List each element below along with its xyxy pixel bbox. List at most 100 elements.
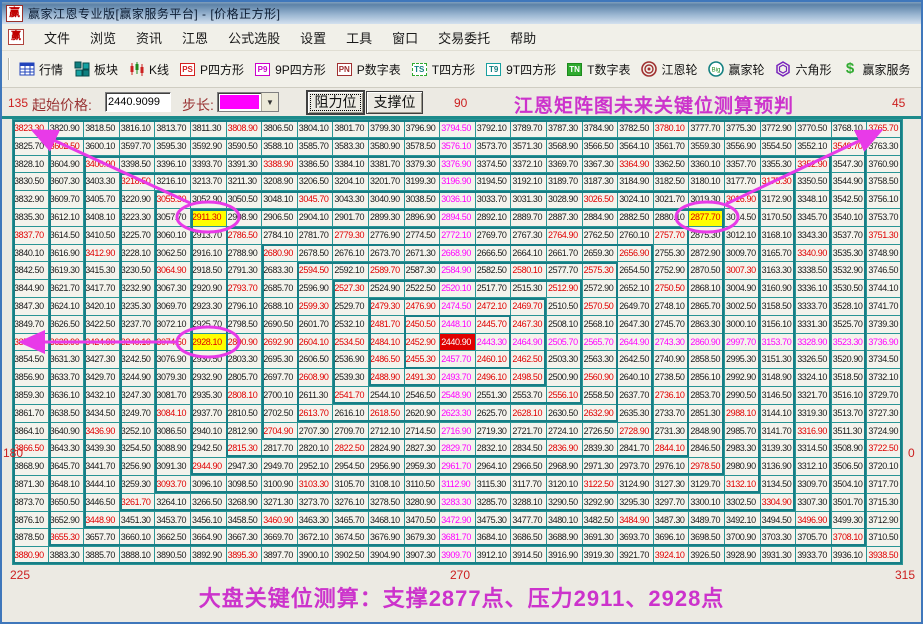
grid-cell[interactable]: 2752.90 (653, 262, 689, 280)
grid-cell[interactable]: 3576.10 (440, 137, 475, 155)
grid-cell[interactable]: 3880.90 (13, 547, 48, 564)
grid-cell[interactable]: 3434.50 (84, 404, 119, 422)
grid-cell[interactable]: 2534.50 (333, 333, 368, 351)
grid-cell[interactable]: 2604.10 (297, 333, 333, 351)
grid-cell[interactable]: 3504.10 (831, 475, 867, 493)
grid-cell[interactable]: 3009.70 (724, 244, 760, 262)
grid-cell[interactable]: 2896.90 (404, 208, 440, 226)
grid-cell[interactable]: 3871.30 (13, 475, 48, 493)
grid-cell[interactable]: 2666.50 (475, 244, 511, 262)
grid-cell[interactable]: 3016.90 (724, 191, 760, 208)
grid-cell[interactable]: 3350.50 (796, 173, 831, 191)
grid-cell[interactable]: 2995.30 (724, 351, 760, 369)
grid-cell[interactable]: 3487.30 (653, 511, 689, 529)
support-button[interactable]: 支撑位 (366, 91, 423, 114)
grid-cell[interactable]: 3686.50 (511, 529, 546, 547)
grid-cell[interactable]: 2685.70 (262, 280, 297, 297)
grid-cell[interactable]: 2755.30 (653, 244, 689, 262)
grid-cell[interactable]: 2589.70 (368, 262, 404, 280)
grid-cell[interactable]: 3134.50 (760, 475, 796, 493)
grid-cell[interactable]: 2973.70 (618, 458, 653, 475)
grid-cell[interactable]: 2954.50 (333, 458, 368, 475)
grid-cell[interactable]: 2947.30 (226, 458, 262, 475)
grid-cell[interactable]: 2450.50 (404, 315, 440, 333)
grid-cell[interactable]: 3122.50 (582, 475, 618, 493)
grid-cell[interactable]: 3756.10 (867, 191, 902, 208)
grid-cell[interactable]: 2460.10 (475, 351, 511, 369)
grid-cell[interactable]: 3204.10 (333, 173, 368, 191)
toolbar-button-4[interactable]: P9 9P四方形 (250, 59, 332, 80)
grid-cell[interactable]: 3878.50 (13, 529, 48, 547)
grid-cell[interactable]: 3703.30 (760, 529, 796, 547)
grid-cell[interactable]: 3372.10 (511, 155, 546, 173)
grid-cell[interactable]: 3408.10 (84, 208, 119, 226)
grid-cell[interactable]: 3000.10 (724, 315, 760, 333)
grid-cell[interactable]: 2517.70 (475, 280, 511, 297)
grid-cell[interactable]: 3729.70 (867, 386, 902, 404)
grid-cell[interactable]: 3091.30 (155, 458, 190, 475)
grid-cell[interactable]: 3312.10 (796, 458, 831, 475)
grid-cell[interactable]: 3362.50 (653, 155, 689, 173)
grid-cell[interactable]: 3842.50 (13, 262, 48, 280)
grid-cell[interactable]: 3564.10 (618, 137, 653, 155)
grid-cell[interactable]: 2536.90 (333, 351, 368, 369)
grid-cell[interactable]: 2743.30 (653, 333, 689, 351)
grid-cell[interactable]: 2707.30 (297, 422, 333, 440)
grid-cell[interactable]: 3924.10 (653, 547, 689, 564)
grid-cell[interactable]: 3223.30 (119, 208, 155, 226)
grid-cell[interactable]: 3770.50 (796, 120, 831, 137)
grid-cell[interactable]: 3926.50 (689, 547, 724, 564)
grid-cell[interactable]: 3852.10 (13, 333, 48, 351)
grid-cell[interactable]: 2949.70 (262, 458, 297, 475)
grid-cell[interactable]: 2644.90 (618, 333, 653, 351)
grid-cell[interactable]: 2884.90 (582, 208, 618, 226)
grid-cell[interactable]: 3420.10 (84, 297, 119, 315)
grid-cell[interactable]: 3849.70 (13, 315, 48, 333)
grid-cell[interactable]: 3537.70 (831, 226, 867, 244)
grid-cell[interactable]: 3240.10 (119, 333, 155, 351)
grid-cell[interactable]: 2541.70 (333, 386, 368, 404)
grid-cell[interactable]: 3160.90 (760, 280, 796, 297)
grid-cell[interactable]: 3784.90 (582, 120, 618, 137)
grid-cell[interactable]: 3768.10 (831, 120, 867, 137)
grid-cell[interactable]: 2546.50 (404, 386, 440, 404)
grid-cell[interactable]: 3398.50 (119, 155, 155, 173)
grid-cell[interactable]: 3744.10 (867, 280, 902, 297)
grid-cell[interactable]: 3837.70 (13, 226, 48, 244)
grid-cell[interactable]: 2563.30 (582, 351, 618, 369)
grid-cell[interactable]: 2479.30 (368, 297, 404, 315)
grid-cell[interactable]: 2745.70 (653, 315, 689, 333)
grid-cell[interactable]: 3184.90 (618, 173, 653, 191)
grid-cell[interactable]: 2484.10 (368, 333, 404, 351)
menu-item-3[interactable]: 江恩 (172, 25, 218, 50)
grid-cell[interactable]: 3189.70 (546, 173, 582, 191)
grid-cell[interactable]: 3710.50 (867, 529, 902, 547)
grid-cell[interactable]: 3720.10 (867, 458, 902, 475)
grid-cell[interactable]: 3902.50 (333, 547, 368, 564)
grid-cell[interactable]: 3213.70 (190, 173, 226, 191)
grid-cell[interactable]: 2625.70 (475, 404, 511, 422)
grid-cell[interactable]: 2800.90 (226, 333, 262, 351)
grid-cell[interactable]: 3412.90 (84, 244, 119, 262)
grid-cell[interactable]: 3285.70 (475, 493, 511, 511)
grid-cell[interactable]: 3249.70 (119, 404, 155, 422)
grid-cell[interactable]: 3268.90 (226, 493, 262, 511)
grid-cell[interactable]: 2868.10 (689, 280, 724, 297)
grid-cell[interactable]: 3652.90 (48, 511, 84, 529)
grid-cell[interactable]: 3484.90 (618, 511, 653, 529)
grid-cell[interactable]: 3439.30 (84, 440, 119, 458)
grid-cell[interactable]: 3048.10 (262, 191, 297, 208)
grid-cell[interactable]: 3237.70 (119, 315, 155, 333)
grid-cell[interactable]: 3108.10 (368, 475, 404, 493)
grid-cell[interactable]: 3321.70 (796, 386, 831, 404)
grid-cell[interactable]: 2738.50 (653, 369, 689, 386)
grid-cell[interactable]: 3153.70 (760, 333, 796, 351)
grid-cell[interactable]: 2690.50 (262, 315, 297, 333)
grid-cell[interactable]: 3081.70 (155, 386, 190, 404)
grid-cell[interactable]: 3300.10 (689, 493, 724, 511)
grid-cell[interactable]: 2486.50 (368, 351, 404, 369)
grid-cell[interactable]: 3417.70 (84, 280, 119, 297)
grid-cell[interactable]: 3216.10 (155, 173, 190, 191)
grid-cell[interactable]: 2654.50 (618, 262, 653, 280)
grid-cell[interactable]: 3693.70 (618, 529, 653, 547)
